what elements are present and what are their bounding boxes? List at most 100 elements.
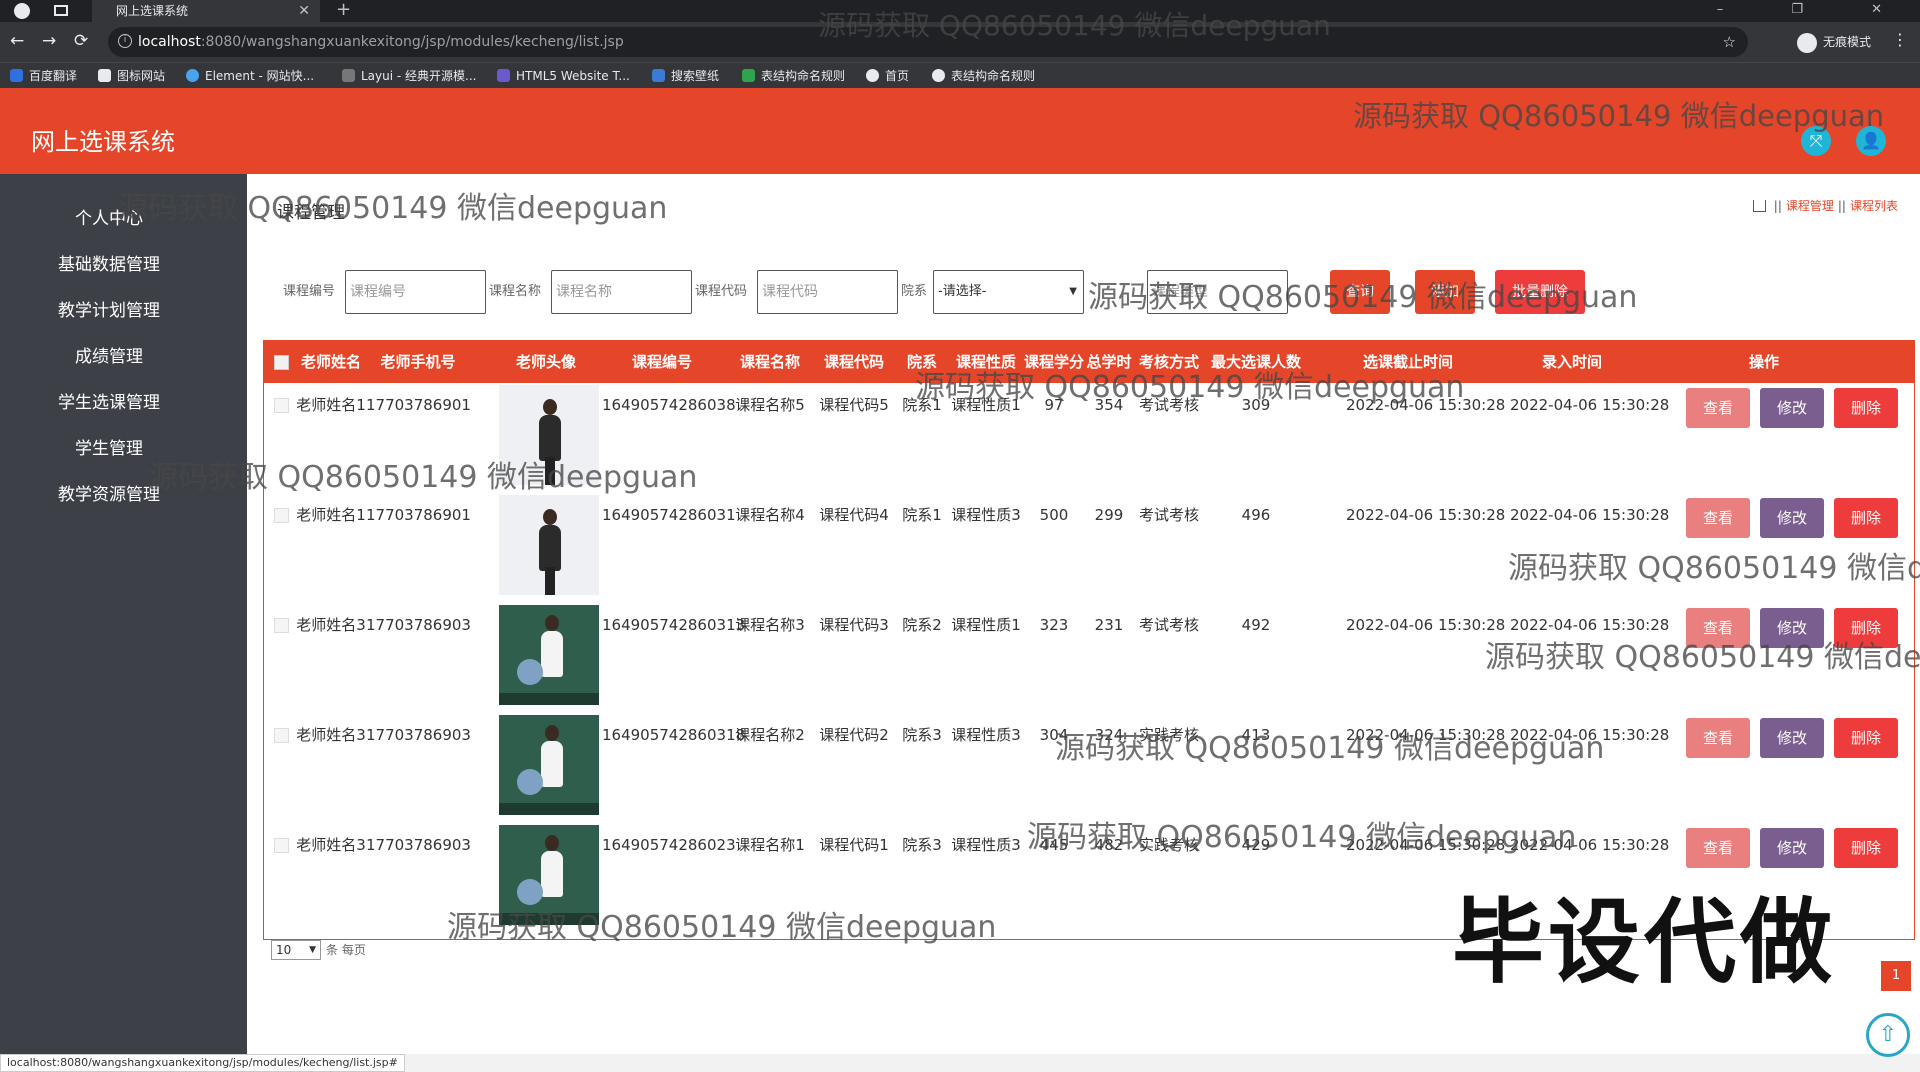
delete-button[interactable]: 删除: [1834, 718, 1898, 758]
cell-credit: 500: [1039, 506, 1069, 524]
col-created: 录入时间: [1541, 353, 1602, 371]
delete-button[interactable]: 删除: [1834, 608, 1898, 648]
user-icon[interactable]: 👤: [1856, 126, 1886, 156]
course-type-input[interactable]: 课程类型: [1147, 270, 1288, 314]
reload-icon[interactable]: ⟳: [74, 31, 88, 51]
bookmark-star-icon[interactable]: ☆: [1723, 27, 1736, 57]
breadcrumb-item[interactable]: 课程列表: [1850, 199, 1898, 213]
back-icon[interactable]: ←: [10, 31, 24, 51]
cell-college: 院系1: [902, 396, 942, 414]
cell-exam: 实践考核: [1138, 726, 1199, 744]
cell-name: 课程名称1: [735, 836, 805, 854]
row-checkbox[interactable]: [274, 618, 289, 633]
view-button[interactable]: 查看: [1686, 608, 1750, 648]
sidebar-item-grades[interactable]: 成绩管理: [0, 342, 218, 372]
window-controls[interactable]: – ❐ ✕: [1717, 0, 1914, 20]
cell-phone: 17703786903: [366, 616, 471, 634]
course-no-input[interactable]: 课程编号: [345, 270, 486, 314]
sidebar-item-basic-data[interactable]: 基础数据管理: [0, 250, 218, 280]
cell-hours: 324: [1094, 726, 1124, 744]
cell-phone: 17703786901: [366, 396, 471, 414]
add-button[interactable]: 添加: [1415, 270, 1475, 314]
bookmark-item[interactable]: 图标网站: [98, 63, 165, 89]
select-all-checkbox[interactable]: [274, 355, 289, 370]
bookmark-item[interactable]: 搜索壁纸: [652, 63, 719, 89]
cell-hours: 482: [1094, 836, 1124, 854]
course-table: 老师姓名 老师手机号 老师头像 课程编号 课程名称 课程代码 院系 课程性质 课…: [263, 340, 1915, 940]
cell-credit: 323: [1039, 616, 1069, 634]
row-checkbox[interactable]: [274, 398, 289, 413]
bookmark-item[interactable]: HTML5 Website T...: [497, 63, 630, 89]
forward-icon[interactable]: →: [42, 31, 56, 51]
delete-button[interactable]: 删除: [1834, 388, 1898, 428]
sidebar: 个人中心 基础数据管理 教学计划管理 成绩管理 学生选课管理 学生管理 教学资源…: [0, 174, 247, 1054]
incognito-indicator[interactable]: 无痕模式: [1797, 28, 1871, 56]
cell-teacher: 老师姓名1: [296, 506, 366, 524]
edit-button[interactable]: 修改: [1760, 498, 1824, 538]
back-to-top-icon[interactable]: ⇧: [1866, 1013, 1910, 1057]
fullscreen-icon[interactable]: ⤧: [1801, 126, 1831, 156]
college-select[interactable]: -请选择- ▼: [933, 270, 1084, 314]
bookmarks-bar: 百度翻译 图标网站 Element - 网站快... Layui - 经典开源模…: [0, 62, 1920, 88]
browser-tab[interactable]: 网上选课系统 ✕: [92, 0, 320, 22]
course-code-input[interactable]: 课程代码: [757, 270, 898, 314]
delete-button[interactable]: 删除: [1834, 498, 1898, 538]
flag-icon: [98, 69, 111, 82]
row-checkbox[interactable]: [274, 728, 289, 743]
bookmark-item[interactable]: 表结构命名规则: [932, 63, 1035, 89]
url-field[interactable]: i localhost:8080/wangshangxuankexitong/j…: [108, 27, 1748, 57]
edit-button[interactable]: 修改: [1760, 608, 1824, 648]
browser-menu-icon[interactable]: ⋮: [1892, 30, 1908, 49]
page-size-select[interactable]: 10 ▼: [271, 940, 321, 960]
cell-teacher: 老师姓名1: [296, 396, 366, 414]
cell-hours: 299: [1094, 506, 1124, 524]
edit-button[interactable]: 修改: [1760, 388, 1824, 428]
search-form: 课程编号 课程编号 课程名称 课程名称 课程代码 课程代码 院系 -请选择- ▼ …: [247, 270, 1920, 314]
view-button[interactable]: 查看: [1686, 718, 1750, 758]
bookmark-item[interactable]: 百度翻译: [10, 63, 77, 89]
sidebar-item-teaching-plan[interactable]: 教学计划管理: [0, 296, 218, 326]
course-code-label: 课程代码: [695, 284, 748, 299]
view-button[interactable]: 查看: [1686, 498, 1750, 538]
page-title: 课程管理: [277, 203, 345, 223]
cell-code: 课程代码4: [819, 506, 889, 524]
tab-title: 网上选课系统: [116, 4, 189, 18]
cell-course-no: 16490574286038: [602, 396, 736, 414]
cell-code: 课程代码5: [819, 396, 889, 414]
page-button[interactable]: 1: [1881, 961, 1911, 991]
new-tab-button[interactable]: +: [336, 0, 351, 20]
breadcrumb-item[interactable]: 课程管理: [1786, 199, 1834, 213]
view-button[interactable]: 查看: [1686, 388, 1750, 428]
edit-button[interactable]: 修改: [1760, 828, 1824, 868]
sidebar-item-personal-center[interactable]: 个人中心: [0, 204, 218, 234]
cell-college: 院系2: [902, 616, 942, 634]
view-button[interactable]: 查看: [1686, 828, 1750, 868]
row-checkbox[interactable]: [274, 838, 289, 853]
cell-created: 2022-04-06 15:30:28: [1510, 726, 1670, 744]
globe-icon: [866, 69, 879, 82]
tab-close-icon[interactable]: ✕: [298, 0, 310, 22]
search-button[interactable]: 查询: [1330, 270, 1390, 314]
course-name-input[interactable]: 课程名称: [551, 270, 692, 314]
col-exam: 考核方式: [1138, 353, 1199, 371]
bookmark-item[interactable]: Element - 网站快...: [186, 63, 314, 89]
cell-phone: 17703786901: [366, 506, 471, 524]
college-label: 院系: [901, 284, 928, 299]
sidebar-item-teaching-resources[interactable]: 教学资源管理: [0, 480, 218, 510]
bookmark-item[interactable]: Layui - 经典开源模...: [342, 63, 476, 89]
cell-max: 492: [1241, 616, 1271, 634]
edit-button[interactable]: 修改: [1760, 718, 1824, 758]
sidebar-item-course-selection[interactable]: 学生选课管理: [0, 388, 218, 418]
row-checkbox[interactable]: [274, 508, 289, 523]
cell-nature: 课程性质3: [951, 506, 1021, 524]
info-icon[interactable]: i: [118, 34, 132, 48]
bookmark-item[interactable]: 首页: [866, 63, 909, 89]
col-credit: 课程学分: [1024, 353, 1085, 371]
bookmark-item[interactable]: 表结构命名规则: [742, 63, 845, 89]
teacher-avatar: [499, 385, 599, 485]
batch-delete-button[interactable]: 批量删除: [1495, 270, 1585, 314]
home-icon[interactable]: [1752, 199, 1766, 212]
col-college: 院系: [906, 353, 937, 371]
delete-button[interactable]: 删除: [1834, 828, 1898, 868]
sidebar-item-students[interactable]: 学生管理: [0, 434, 218, 464]
